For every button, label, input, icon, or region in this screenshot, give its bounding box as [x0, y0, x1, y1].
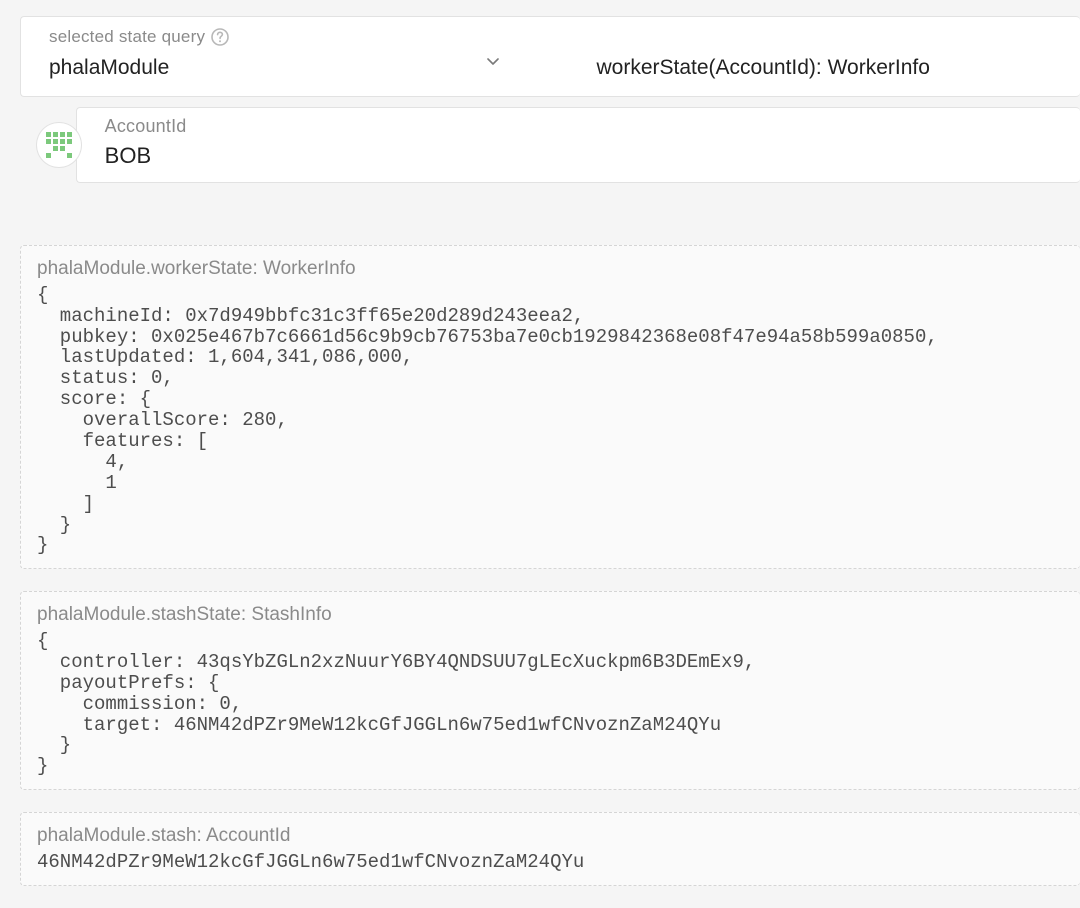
- result-stashstate: phalaModule.stashState: StashInfo { cont…: [20, 591, 1080, 790]
- result-title: phalaModule.workerState: WorkerInfo: [37, 256, 1064, 283]
- account-value: BOB: [105, 141, 1062, 172]
- account-input-row: AccountId BOB: [36, 107, 1080, 183]
- result-body: { controller: 43qsYbZGLn2xzNuurY6BY4QNDS…: [37, 631, 1064, 777]
- query-label-text: selected state query: [49, 25, 205, 49]
- result-stash: phalaModule.stash: AccountId 46NM42dPZr9…: [20, 812, 1080, 885]
- query-label: selected state query: [49, 25, 517, 49]
- help-icon[interactable]: [211, 28, 229, 46]
- identicon: [36, 122, 82, 168]
- result-title: phalaModule.stashState: StashInfo: [37, 602, 1064, 629]
- module-value: phalaModule: [49, 53, 517, 82]
- result-body: 46NM42dPZr9MeW12kcGfJGGLn6w75ed1wfCNvozn…: [37, 852, 1064, 873]
- method-dropdown[interactable]: workerState(AccountId): WorkerInfo: [597, 31, 1065, 82]
- result-workerstate: phalaModule.workerState: WorkerInfo { ma…: [20, 245, 1080, 569]
- state-query-selector: selected state query phalaModule workerS…: [20, 16, 1080, 97]
- account-selector[interactable]: AccountId BOB: [76, 107, 1080, 183]
- account-label: AccountId: [105, 114, 1062, 139]
- result-body: { machineId: 0x7d949bbfc31c3ff65e20d289d…: [37, 285, 1064, 557]
- chevron-down-icon: [487, 58, 499, 66]
- method-value: workerState(AccountId): WorkerInfo: [597, 53, 1065, 82]
- module-dropdown[interactable]: selected state query phalaModule: [49, 25, 517, 82]
- result-title: phalaModule.stash: AccountId: [37, 823, 1064, 850]
